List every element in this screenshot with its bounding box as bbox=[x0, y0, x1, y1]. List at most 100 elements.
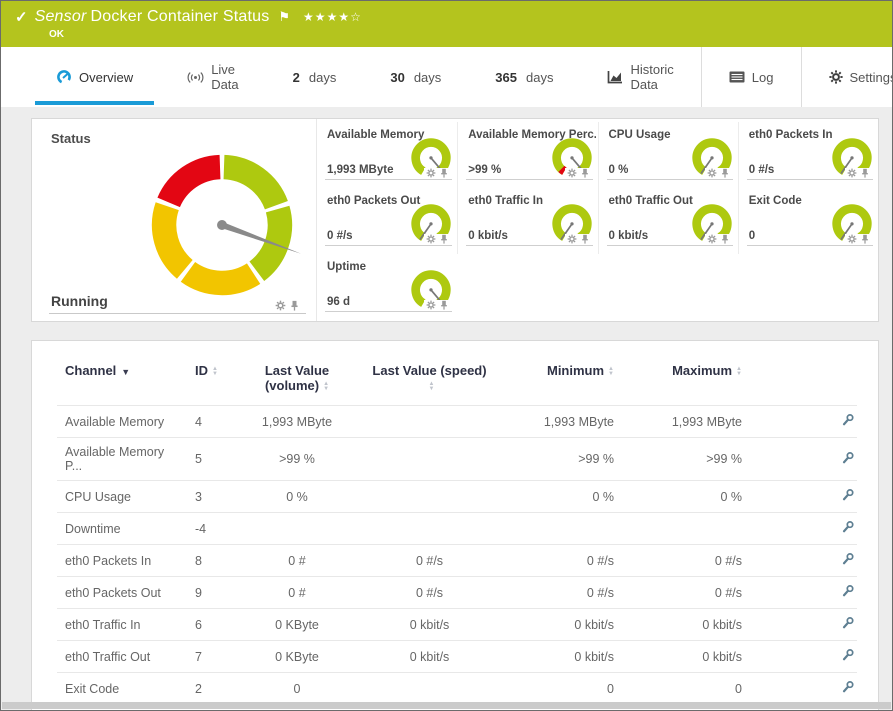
pin-icon[interactable] bbox=[720, 168, 730, 178]
channels-table: Channel ▼ ID ▲ ▼ Last Value (volume) ▲ ▼ Last… bbox=[57, 347, 857, 710]
table-row: Available Memory P... 5 >99 % >99 % >99 % bbox=[57, 437, 857, 481]
prtg-sensor-page: ✓ Sensor Docker Container Status ⚑ ★★★★☆ … bbox=[0, 0, 893, 711]
table-row: eth0 Traffic Out 7 0 KByte 0 kbit/s 0 kbit… bbox=[57, 640, 857, 673]
channel-settings-wrench-icon[interactable] bbox=[841, 552, 855, 566]
tab-live-data[interactable]: Live Data bbox=[160, 47, 265, 107]
gauge-cell-available-memory-percent: Available Memory Perc... >99 % bbox=[457, 122, 597, 188]
gauge-value: 0 bbox=[748, 230, 756, 242]
pin-icon[interactable] bbox=[289, 300, 300, 311]
column-header-id[interactable]: ID ▲ ▼ bbox=[187, 347, 232, 406]
gear-icon[interactable] bbox=[275, 300, 286, 311]
status-gauge-title: Status bbox=[51, 131, 91, 146]
gauge-cell-eth0-packets-out: eth0 Packets Out 0 #/s bbox=[317, 188, 457, 254]
gauge-value: >99 % bbox=[468, 164, 502, 176]
column-header-channel[interactable]: Channel ▼ bbox=[57, 347, 187, 406]
sort-desc-icon: ▼ bbox=[121, 367, 131, 377]
channel-settings-wrench-icon[interactable] bbox=[841, 488, 855, 502]
channel-settings-wrench-icon[interactable] bbox=[841, 680, 855, 694]
gauge-cell-exit-code: Exit Code 0 bbox=[737, 188, 878, 254]
column-header-last-value-speed[interactable]: Last Value (speed) ▲ ▼ bbox=[362, 347, 497, 406]
gauge-cell-eth0-packets-in: eth0 Packets In 0 #/s bbox=[737, 122, 878, 188]
gauge-cell-cpu-usage: CPU Usage 0 % bbox=[597, 122, 738, 188]
tab-settings[interactable]: Settings bbox=[800, 47, 892, 107]
sort-icon: ▲ ▼ bbox=[736, 365, 742, 377]
pin-icon[interactable] bbox=[580, 234, 590, 244]
sort-icon: ▲ ▼ bbox=[608, 365, 614, 377]
pin-icon[interactable] bbox=[439, 300, 449, 310]
pin-icon[interactable] bbox=[860, 234, 870, 244]
channel-settings-wrench-icon[interactable] bbox=[841, 451, 855, 465]
gauge-value: 0 #/s bbox=[327, 230, 353, 242]
pin-icon[interactable] bbox=[439, 234, 449, 244]
tab-30-days[interactable]: 30 days bbox=[363, 47, 468, 107]
table-row: CPU Usage 3 0 % 0 % 0 % bbox=[57, 480, 857, 513]
tab-bar: Overview Live Data 2 days 30 days 365 days bbox=[1, 47, 892, 107]
content-area: Status Running Available Memory 1,993 MB… bbox=[1, 107, 892, 710]
priority-star-rating[interactable]: ★★★★☆ bbox=[303, 10, 362, 24]
table-row: eth0 Traffic In 6 0 KByte 0 kbit/s 0 kbit/… bbox=[57, 608, 857, 641]
status-donut-gauge bbox=[151, 154, 302, 296]
sensor-header: ✓ Sensor Docker Container Status ⚑ ★★★★☆ … bbox=[1, 1, 892, 47]
channel-settings-wrench-icon[interactable] bbox=[841, 413, 855, 427]
pin-icon[interactable] bbox=[580, 168, 590, 178]
gear-icon[interactable] bbox=[707, 234, 717, 244]
gauge-cell-eth0-traffic-in: eth0 Traffic In 0 kbit/s bbox=[457, 188, 597, 254]
pin-icon[interactable] bbox=[860, 168, 870, 178]
gauge-icon bbox=[57, 70, 71, 84]
tab-overview[interactable]: Overview bbox=[29, 47, 160, 107]
gear-icon bbox=[828, 70, 843, 84]
column-header-minimum[interactable]: Minimum ▲ ▼ bbox=[497, 347, 622, 406]
table-row: eth0 Packets In 8 0 #0 #/s 0 #/s 0 #/s bbox=[57, 544, 857, 577]
gauge-value: 0 #/s bbox=[748, 164, 775, 176]
sort-icon: ▲ ▼ bbox=[323, 380, 330, 392]
gauge-value: 0 kbit/s bbox=[468, 230, 508, 242]
channel-settings-wrench-icon[interactable] bbox=[841, 584, 855, 598]
gauge-cell-available-memory: Available Memory 1,993 MByte bbox=[317, 122, 457, 188]
gear-icon[interactable] bbox=[426, 300, 436, 310]
gauge-cell-uptime: Uptime 96 d bbox=[317, 254, 457, 320]
channel-settings-wrench-icon[interactable] bbox=[841, 520, 855, 534]
horizontal-scrollbar[interactable] bbox=[2, 702, 891, 709]
gear-icon[interactable] bbox=[847, 168, 857, 178]
tab-log[interactable]: Log bbox=[700, 47, 801, 107]
flag-icon[interactable]: ⚑ bbox=[278, 9, 290, 25]
gear-icon[interactable] bbox=[426, 234, 436, 244]
tab-365-days[interactable]: 365 days bbox=[468, 47, 580, 107]
tab-historic-data[interactable]: Historic Data bbox=[580, 47, 700, 107]
mini-gauge-grid: Available Memory 1,993 MByte Available M… bbox=[317, 119, 878, 321]
gear-icon[interactable] bbox=[707, 168, 717, 178]
table-row: Exit Code 2 0 00 bbox=[57, 672, 857, 705]
status-badge: OK bbox=[49, 29, 64, 40]
pin-icon[interactable] bbox=[720, 234, 730, 244]
gauges-panel: Status Running Available Memory 1,993 MB… bbox=[31, 118, 879, 322]
gear-icon[interactable] bbox=[426, 168, 436, 178]
table-row: Downtime -4 bbox=[57, 512, 857, 545]
table-row: eth0 Packets Out 9 0 #0 #/s 0 #/s 0 #/s bbox=[57, 576, 857, 609]
tab-2-days[interactable]: 2 days bbox=[266, 47, 364, 107]
table-row: Available Memory 4 1,993 MByte 1,993 MByt… bbox=[57, 405, 857, 438]
gauge-value: 0 % bbox=[608, 164, 629, 176]
gauge-cell-eth0-traffic-out: eth0 Traffic Out 0 kbit/s bbox=[597, 188, 738, 254]
gauge-value: 96 d bbox=[327, 296, 351, 308]
column-header-last-value-volume[interactable]: Last Value (volume) ▲ ▼ bbox=[232, 347, 362, 406]
column-header-maximum[interactable]: Maximum ▲ ▼ bbox=[622, 347, 750, 406]
channels-table-panel: Channel ▼ ID ▲ ▼ Last Value (volume) ▲ ▼ Last… bbox=[31, 340, 879, 710]
page-title: Sensor Docker Container Status bbox=[34, 8, 270, 25]
gauge-value: 1,993 MByte bbox=[327, 164, 394, 176]
sensor-kind-label: Sensor bbox=[34, 8, 87, 25]
sort-icon: ▲ ▼ bbox=[212, 365, 218, 377]
status-check-icon: ✓ bbox=[15, 9, 28, 26]
gear-icon[interactable] bbox=[567, 168, 577, 178]
pin-icon[interactable] bbox=[439, 168, 449, 178]
status-gauge-value: Running bbox=[51, 293, 108, 309]
sort-icon: ▲ ▼ bbox=[428, 380, 435, 392]
gauge-value: 0 kbit/s bbox=[608, 230, 649, 242]
status-gauge-cell: Status Running bbox=[32, 119, 317, 321]
gear-icon[interactable] bbox=[847, 234, 857, 244]
live-data-icon bbox=[187, 71, 204, 83]
area-chart-icon bbox=[608, 71, 623, 84]
log-list-icon bbox=[729, 71, 745, 83]
channel-settings-wrench-icon[interactable] bbox=[841, 616, 855, 630]
gear-icon[interactable] bbox=[567, 234, 577, 244]
channel-settings-wrench-icon[interactable] bbox=[841, 648, 855, 662]
